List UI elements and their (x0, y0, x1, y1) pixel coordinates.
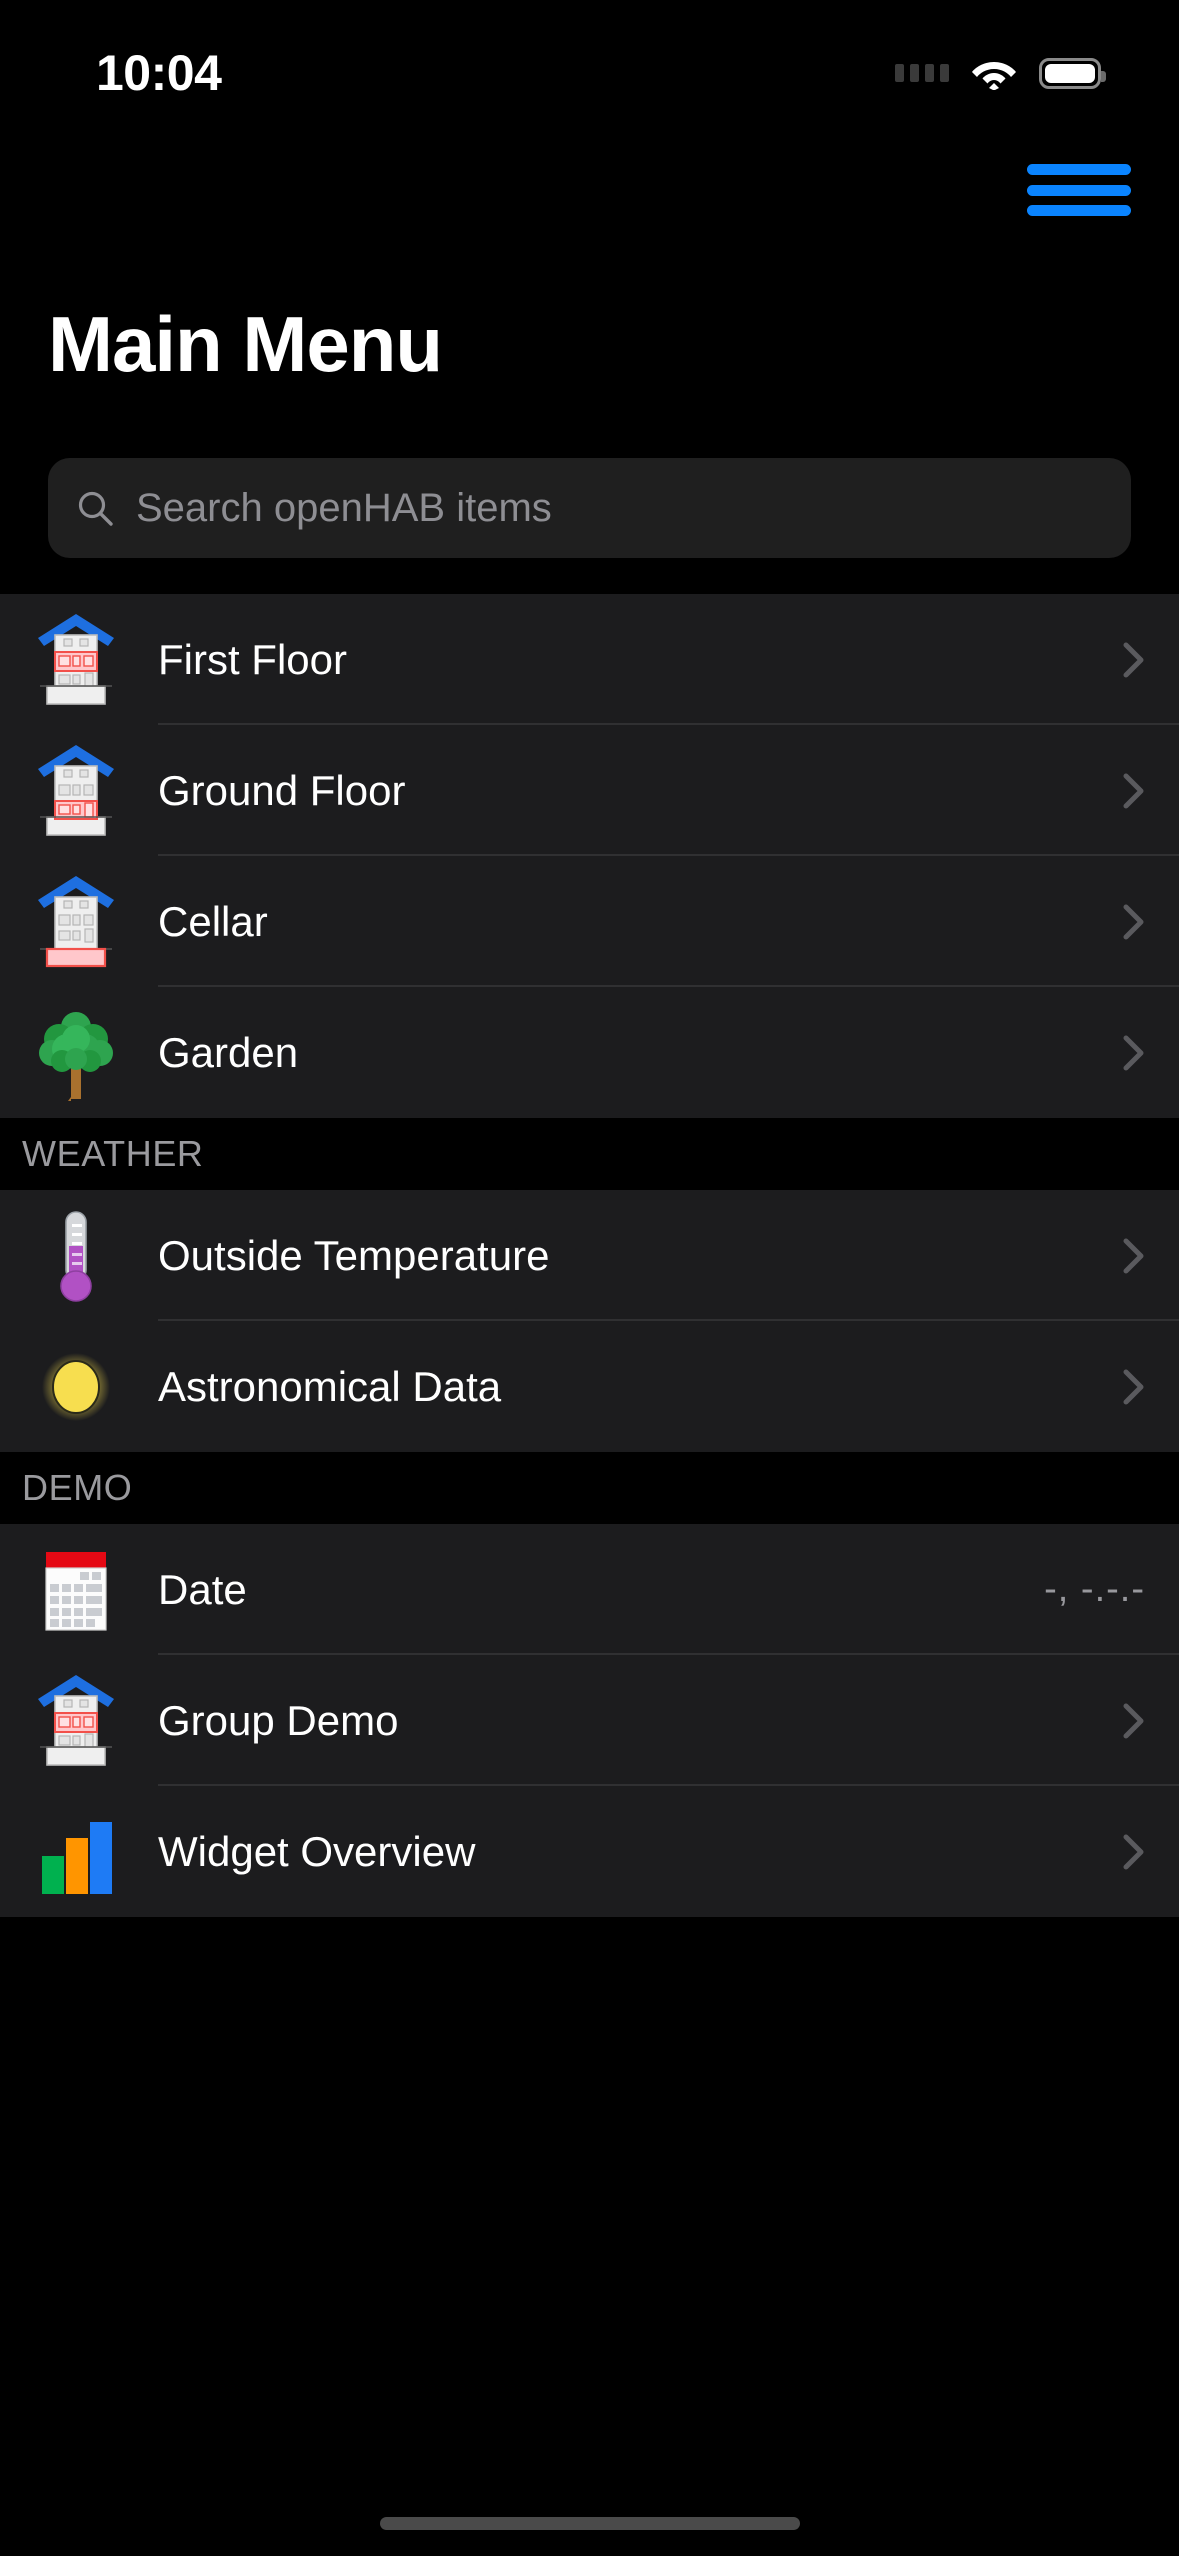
chevron-right-icon (1123, 1237, 1145, 1275)
list-group-demo: Date -, -.-.- Group Demo Widget Overview (0, 1524, 1179, 1917)
chevron-right-icon (1123, 1833, 1145, 1871)
list-item-body: First Floor (158, 594, 1179, 725)
chevron-right-icon (1123, 1702, 1145, 1740)
list-item-label: Ground Floor (158, 766, 406, 814)
search-input[interactable]: Search openHAB items (48, 458, 1131, 558)
chevron-right-icon (1123, 1034, 1145, 1072)
list-item-accessory (1123, 641, 1145, 679)
list-item-body: Astronomical Data (158, 1321, 1179, 1452)
battery-full-icon (1039, 57, 1106, 89)
list-item-label: Cellar (158, 897, 268, 945)
list-item-accessory (1123, 1702, 1145, 1740)
page-title: Main Menu (48, 300, 443, 388)
list-item-body: Outside Temperature (158, 1190, 1179, 1321)
section-header-demo: DEMO (0, 1452, 1179, 1524)
list-item-first-floor[interactable]: First Floor (0, 594, 1179, 725)
chevron-right-icon (1123, 1368, 1145, 1406)
cellular-dots-icon (895, 64, 949, 82)
list-group-floors: First Floor Ground Floor Cellar Garden (0, 594, 1179, 1118)
calendar-icon (22, 1524, 130, 1655)
list-item-value: -, -.-.- (1044, 1568, 1145, 1610)
house-ground-floor-icon (22, 725, 130, 856)
search-icon (76, 489, 114, 527)
list-item-group-demo[interactable]: Group Demo (0, 1655, 1179, 1786)
chevron-right-icon (1123, 772, 1145, 810)
list-item-label: Group Demo (158, 1696, 399, 1744)
list-item-garden[interactable]: Garden (0, 987, 1179, 1118)
list-item-body: Garden (158, 987, 1179, 1118)
list-item-accessory: -, -.-.- (1044, 1568, 1145, 1611)
list-item-date[interactable]: Date -, -.-.- (0, 1524, 1179, 1655)
list-item-label: Date (158, 1565, 247, 1613)
navigation-bar (0, 130, 1179, 250)
home-indicator (379, 2517, 800, 2530)
chevron-right-icon (1123, 641, 1145, 679)
status-bar-indicators (895, 56, 1106, 90)
list-item-body: Group Demo (158, 1655, 1179, 1786)
status-bar-time: 10:04 (96, 45, 222, 101)
hamburger-menu-icon[interactable] (1027, 158, 1131, 222)
list-item-accessory (1123, 1833, 1145, 1871)
list-item-accessory (1123, 772, 1145, 810)
list-item-label: Astronomical Data (158, 1362, 502, 1410)
list-item-label: First Floor (158, 635, 347, 683)
list-item-body: Date -, -.-.- (158, 1524, 1179, 1655)
list-item-label: Widget Overview (158, 1827, 476, 1875)
list-item-accessory (1123, 1368, 1145, 1406)
house-cellar-icon (22, 856, 130, 987)
list-item-label: Garden (158, 1028, 299, 1076)
list-item-body: Widget Overview (158, 1786, 1179, 1917)
list-item-accessory (1123, 903, 1145, 941)
status-bar: 10:04 (0, 0, 1179, 130)
list-item-outside-temperature[interactable]: Outside Temperature (0, 1190, 1179, 1321)
list-item-body: Ground Floor (158, 725, 1179, 856)
tree-icon (22, 987, 130, 1118)
thermometer-icon (22, 1190, 130, 1321)
search-placeholder: Search openHAB items (136, 485, 552, 530)
list-item-cellar[interactable]: Cellar (0, 856, 1179, 987)
list-item-label: Outside Temperature (158, 1231, 550, 1279)
main-menu-list: First Floor Ground Floor Cellar Garden W… (0, 594, 1179, 1917)
app-screen: 10:04 Main Menu Search openHAB items Fir… (0, 0, 1179, 2556)
sun-icon (22, 1321, 130, 1452)
list-item-widget-overview[interactable]: Widget Overview (0, 1786, 1179, 1917)
house-group-icon (22, 1655, 130, 1786)
wifi-icon (971, 56, 1017, 90)
house-first-floor-icon (22, 594, 130, 725)
search-container: Search openHAB items (48, 458, 1131, 558)
list-item-accessory (1123, 1034, 1145, 1072)
bar-chart-icon (22, 1786, 130, 1917)
list-group-weather: Outside Temperature Astronomical Data (0, 1190, 1179, 1452)
list-item-ground-floor[interactable]: Ground Floor (0, 725, 1179, 856)
list-item-body: Cellar (158, 856, 1179, 987)
chevron-right-icon (1123, 903, 1145, 941)
list-item-accessory (1123, 1237, 1145, 1275)
section-header-weather: WEATHER (0, 1118, 1179, 1190)
list-item-astronomical-data[interactable]: Astronomical Data (0, 1321, 1179, 1452)
